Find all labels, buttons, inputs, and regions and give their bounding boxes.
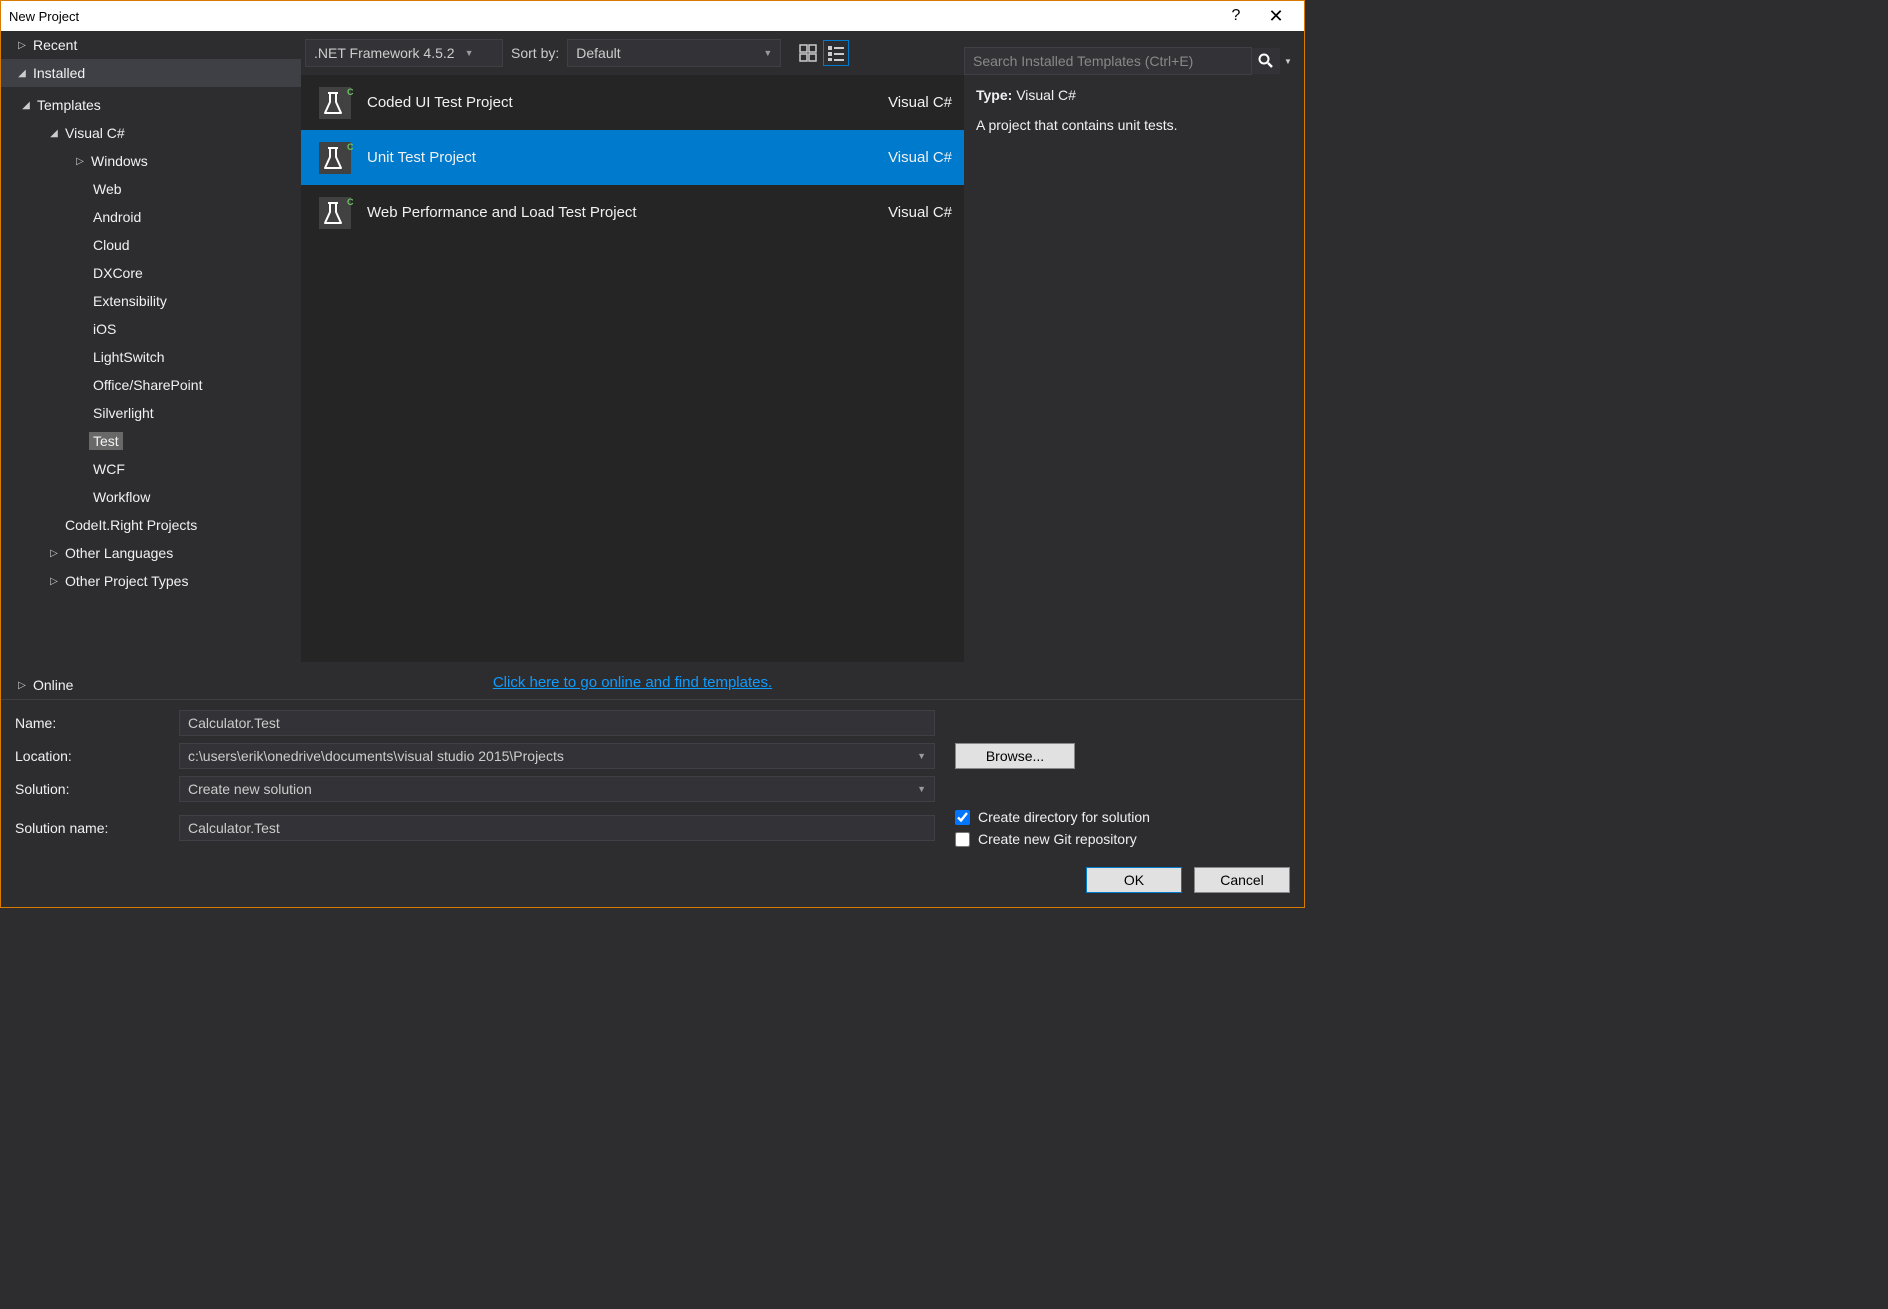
chevron-down-icon: ▼	[917, 784, 926, 794]
tree-web[interactable]: Web	[1, 175, 301, 203]
template-tree[interactable]: ◢Templates ◢Visual C# ▷Windows Web Andro…	[1, 87, 301, 671]
sidebar: ▷ Recent ◢ Installed ◢Templates ◢Visual …	[1, 31, 301, 699]
template-lang: Visual C#	[888, 94, 952, 111]
framework-dropdown[interactable]: .NET Framework 4.5.2 ▼	[305, 39, 503, 67]
name-input[interactable]	[188, 715, 926, 731]
solutionname-input[interactable]	[188, 820, 926, 836]
create-directory-label: Create directory for solution	[978, 809, 1150, 825]
svg-text:C#: C#	[347, 142, 353, 152]
desc-type-value: Visual C#	[1016, 87, 1076, 103]
solution-value: Create new solution	[188, 781, 312, 797]
tree-lightswitch[interactable]: LightSwitch	[1, 343, 301, 371]
template-row[interactable]: C# Unit Test Project Visual C#	[301, 130, 964, 185]
tree-wcf[interactable]: WCF	[1, 455, 301, 483]
svg-text:C#: C#	[347, 87, 353, 97]
titlebar: New Project ? ✕	[1, 1, 1304, 31]
svg-text:C#: C#	[347, 197, 353, 207]
name-input-wrap[interactable]	[179, 710, 935, 736]
cancel-button[interactable]: Cancel	[1194, 867, 1290, 893]
solutionname-input-wrap[interactable]	[179, 815, 935, 841]
tree-otherproj[interactable]: ▷Other Project Types	[1, 567, 301, 595]
tree-workflow[interactable]: Workflow	[1, 483, 301, 511]
solution-label: Solution:	[15, 781, 179, 797]
sortby-label: Sort by:	[511, 45, 559, 61]
close-button[interactable]: ✕	[1256, 6, 1296, 27]
desc-text: A project that contains unit tests.	[976, 115, 1284, 136]
sidebar-installed[interactable]: ◢ Installed	[1, 59, 301, 87]
chevron-down-icon: ▼	[917, 751, 926, 761]
sortby-dropdown[interactable]: Default ▼	[567, 39, 781, 67]
chevron-right-icon: ▷	[47, 548, 61, 559]
tree-templates[interactable]: ◢Templates	[1, 91, 301, 119]
tree-cloud[interactable]: Cloud	[1, 231, 301, 259]
tree-extensibility[interactable]: Extensibility	[1, 287, 301, 315]
tree-test[interactable]: Test	[1, 427, 301, 455]
view-medium-icons[interactable]	[795, 40, 821, 66]
ok-button[interactable]: OK	[1086, 867, 1182, 893]
browse-button[interactable]: Browse...	[955, 743, 1075, 769]
chevron-right-icon: ▷	[15, 40, 29, 51]
tree-windows[interactable]: ▷Windows	[1, 147, 301, 175]
chevron-down-icon: ▼	[763, 48, 772, 58]
create-git-label: Create new Git repository	[978, 831, 1137, 847]
toolbar: .NET Framework 4.5.2 ▼ Sort by: Default …	[301, 31, 964, 75]
template-list[interactable]: C# Coded UI Test Project Visual C# C# Un…	[301, 75, 964, 662]
chevron-down-icon: ◢	[47, 128, 61, 139]
search-button[interactable]	[1252, 48, 1280, 74]
solution-dropdown[interactable]: Create new solution ▼	[179, 776, 935, 802]
desc-type-label: Type:	[976, 87, 1012, 103]
sidebar-online[interactable]: ▷ Online	[1, 671, 301, 699]
chevron-right-icon: ▷	[73, 156, 87, 167]
sidebar-installed-label: Installed	[29, 65, 85, 81]
template-name: Unit Test Project	[357, 149, 888, 166]
test-project-icon: C#	[313, 195, 357, 231]
create-git-checkbox[interactable]	[955, 832, 970, 847]
chevron-down-icon: ◢	[19, 100, 33, 111]
online-templates-link[interactable]: Click here to go online and find templat…	[493, 674, 772, 691]
sortby-value: Default	[576, 45, 620, 61]
chevron-right-icon: ▷	[15, 680, 29, 691]
window-title: New Project	[9, 9, 1216, 24]
tree-silverlight[interactable]: Silverlight	[1, 399, 301, 427]
tree-otherlang[interactable]: ▷Other Languages	[1, 539, 301, 567]
name-label: Name:	[15, 715, 179, 731]
template-lang: Visual C#	[888, 204, 952, 221]
framework-value: .NET Framework 4.5.2	[314, 45, 455, 61]
sidebar-recent[interactable]: ▷ Recent	[1, 31, 301, 59]
template-name: Coded UI Test Project	[357, 94, 888, 111]
sidebar-online-label: Online	[29, 677, 73, 693]
tree-android[interactable]: Android	[1, 203, 301, 231]
online-link-row: Click here to go online and find templat…	[301, 662, 964, 699]
search-box[interactable]	[964, 47, 1252, 75]
tree-ios[interactable]: iOS	[1, 315, 301, 343]
template-description: Type: Visual C# A project that contains …	[964, 83, 1296, 140]
create-directory-checkbox[interactable]	[955, 810, 970, 825]
dialog-body: ▷ Recent ◢ Installed ◢Templates ◢Visual …	[1, 31, 1304, 907]
right-panel: ▼ Type: Visual C# A project that contain…	[964, 31, 1304, 699]
test-project-icon: C#	[313, 85, 357, 121]
search-dropdown[interactable]: ▼	[1280, 57, 1296, 66]
sidebar-recent-label: Recent	[29, 37, 77, 53]
chevron-down-icon: ▼	[465, 48, 474, 58]
chevron-right-icon: ▷	[47, 576, 61, 587]
tree-codeit[interactable]: CodeIt.Right Projects	[1, 511, 301, 539]
tree-visualcs[interactable]: ◢Visual C#	[1, 119, 301, 147]
template-lang: Visual C#	[888, 149, 952, 166]
template-name: Web Performance and Load Test Project	[357, 204, 888, 221]
template-row[interactable]: C# Coded UI Test Project Visual C#	[301, 75, 964, 130]
chevron-down-icon: ◢	[15, 68, 29, 79]
search-input[interactable]	[965, 53, 1251, 69]
location-value: c:\users\erik\onedrive\documents\visual …	[188, 748, 564, 764]
template-row[interactable]: C# Web Performance and Load Test Project…	[301, 185, 964, 240]
test-project-icon: C#	[313, 140, 357, 176]
center-panel: .NET Framework 4.5.2 ▼ Sort by: Default …	[301, 31, 964, 699]
help-button[interactable]: ?	[1216, 7, 1256, 25]
tree-office[interactable]: Office/SharePoint	[1, 371, 301, 399]
tree-dxcore[interactable]: DXCore	[1, 259, 301, 287]
bottom-form: Name: Location: c:\users\erik\onedrive\d…	[1, 699, 1304, 907]
view-small-icons[interactable]	[823, 40, 849, 66]
solutionname-label: Solution name:	[15, 820, 179, 836]
location-label: Location:	[15, 748, 179, 764]
location-dropdown[interactable]: c:\users\erik\onedrive\documents\visual …	[179, 743, 935, 769]
